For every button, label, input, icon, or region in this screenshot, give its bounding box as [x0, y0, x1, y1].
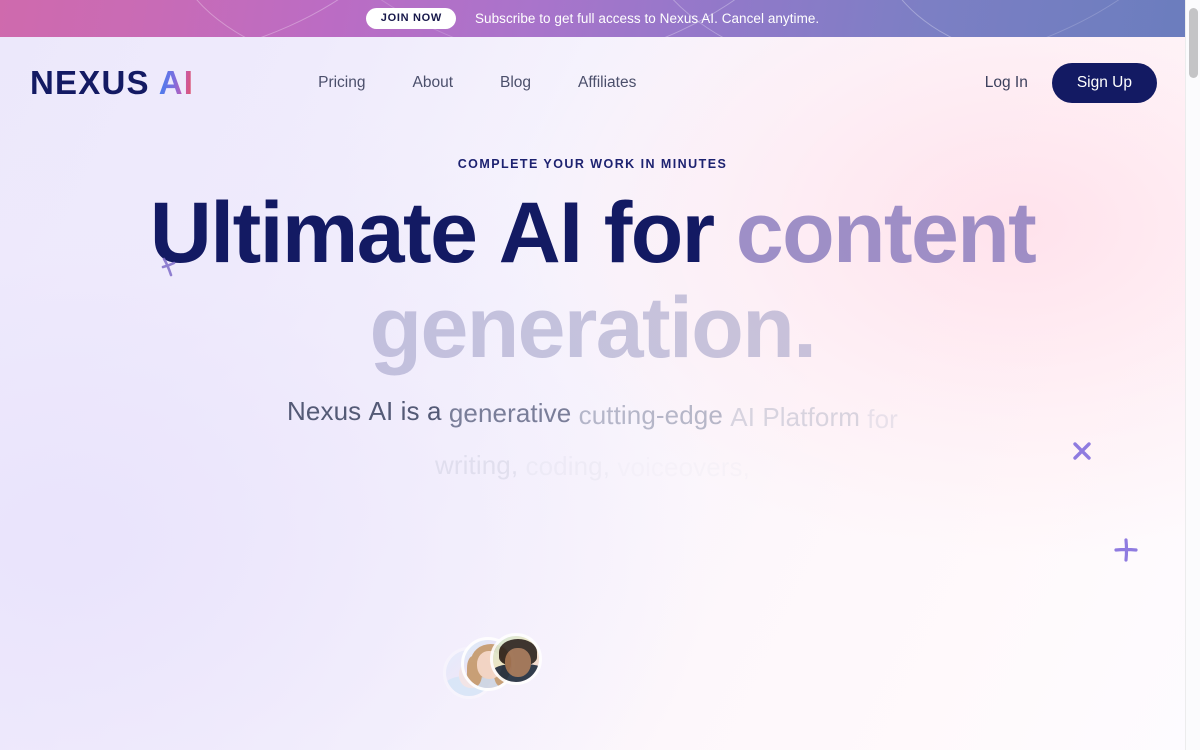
word: for [867, 404, 898, 435]
avatar [490, 633, 542, 685]
word: coding, [525, 451, 611, 482]
nav-actions: Log In Sign Up [985, 63, 1157, 103]
word: content [735, 185, 1037, 281]
word: writing, [435, 450, 519, 481]
word: voiceovers, [617, 452, 750, 483]
hero-subheadline: Nexus AI is a generative cutting-edge AI… [0, 388, 1185, 482]
promo-message: Subscribe to get full access to Nexus AI… [474, 11, 820, 26]
nav-link-pricing[interactable]: Pricing [318, 74, 365, 92]
log-in-link[interactable]: Log In [985, 74, 1028, 92]
word: a [426, 396, 442, 427]
join-now-button[interactable]: JOIN NOW [365, 8, 456, 29]
scrollbar-thumb[interactable] [1189, 8, 1198, 78]
sparkle-icon [160, 256, 180, 283]
logo-text-primary: NEXUS [30, 64, 150, 101]
word: AI [368, 396, 394, 427]
word: AI [498, 185, 583, 281]
page-canvas: JOIN NOW Subscribe to get full access to… [0, 0, 1185, 750]
logo-text-accent: AI [158, 64, 195, 101]
promo-banner: JOIN NOW Subscribe to get full access to… [0, 0, 1185, 37]
word: Nexus [287, 396, 362, 427]
word: cutting-edge [578, 400, 723, 431]
sparkle-icon [1114, 538, 1138, 567]
main-navigation: NEXUS AI Pricing About Blog Affiliates L… [0, 37, 1185, 129]
word: generation. [369, 279, 818, 376]
brand-logo[interactable]: NEXUS AI [30, 64, 194, 102]
hero-eyebrow: COMPLETE YOUR WORK IN MINUTES [457, 157, 728, 171]
hero-section: COMPLETE YOUR WORK IN MINUTES Ultimate A… [0, 157, 1185, 482]
nav-links: Pricing About Blog Affiliates [318, 74, 636, 92]
banner-swoosh-decoration [868, 0, 1185, 37]
nav-link-blog[interactable]: Blog [500, 74, 531, 92]
word: Ultimate [149, 185, 478, 281]
nav-link-about[interactable]: About [413, 74, 454, 92]
sign-up-button[interactable]: Sign Up [1051, 63, 1157, 103]
promo-content: JOIN NOW Subscribe to get full access to… [365, 8, 820, 29]
word: is [400, 396, 420, 427]
nav-link-affiliates[interactable]: Affiliates [578, 74, 636, 92]
word: Platform [762, 402, 860, 433]
sparkle-icon [1069, 438, 1095, 469]
word: AI [730, 402, 756, 433]
avatar-group [443, 627, 553, 707]
word: generative [448, 398, 572, 429]
word: for [603, 185, 715, 281]
vertical-scrollbar[interactable] [1185, 0, 1200, 750]
